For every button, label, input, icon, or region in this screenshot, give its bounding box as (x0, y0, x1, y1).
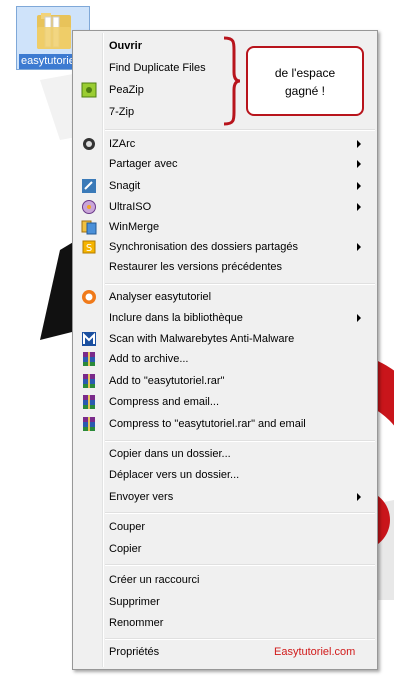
menu-item-envoyer-vers[interactable]: Envoyer vers (75, 487, 375, 507)
menu-separator (105, 440, 375, 442)
izarc-icon (83, 138, 95, 150)
avast-icon (82, 290, 96, 304)
snagit-icon (82, 179, 96, 193)
menu-item-renommer[interactable]: Renommer (75, 613, 375, 633)
menu-separator (105, 638, 375, 640)
context-menu: Ouvrir Find Duplicate Files PeaZip 7-Zip… (72, 30, 378, 670)
menu-item-copier[interactable]: Copier (75, 539, 375, 559)
submenu-arrow-icon (357, 182, 361, 190)
menu-item-deplacer-dossier[interactable]: Déplacer vers un dossier... (75, 465, 375, 485)
submenu-arrow-icon (357, 493, 361, 501)
menu-item-compress-rar-email[interactable]: Compress to "easytutoriel.rar" and email (75, 414, 375, 434)
menu-item-ultraiso[interactable]: UltraISO (75, 197, 375, 217)
menu-item-creer-raccourci[interactable]: Créer un raccourci (75, 570, 375, 590)
menu-item-malwarebytes[interactable]: Scan with Malwarebytes Anti-Malware (75, 329, 375, 349)
sync-icon: S (82, 240, 96, 254)
menu-separator (105, 129, 375, 131)
submenu-arrow-icon (357, 203, 361, 211)
menu-item-compress-email[interactable]: Compress and email... (75, 392, 375, 412)
watermark-text: Easytutoriel.com (274, 646, 356, 658)
menu-item-restaurer[interactable]: Restaurer les versions précédentes (75, 257, 375, 277)
menu-separator (105, 283, 375, 285)
menu-item-add-to-archive[interactable]: Add to archive... (75, 349, 375, 369)
submenu-arrow-icon (357, 140, 361, 148)
submenu-arrow-icon (357, 160, 361, 168)
menu-item-winmerge[interactable]: WinMerge (75, 217, 375, 237)
menu-item-partager-avec[interactable]: Partager avec (75, 154, 375, 174)
submenu-arrow-icon (357, 314, 361, 322)
menu-item-synchronisation[interactable]: S Synchronisation des dossiers partagés (75, 237, 375, 257)
menu-item-supprimer[interactable]: Supprimer (75, 592, 375, 612)
callout-line-2: gagné ! (284, 84, 326, 98)
peazip-icon (81, 82, 97, 98)
brace-annotation (223, 36, 241, 126)
menu-item-copier-dossier[interactable]: Copier dans un dossier... (75, 444, 375, 464)
winmerge-icon (81, 220, 97, 235)
winrar-icon (83, 374, 95, 388)
folder-icon (37, 13, 71, 49)
menu-item-add-to-rar[interactable]: Add to "easytutoriel.rar" (75, 371, 375, 391)
winrar-icon (83, 417, 95, 431)
menu-item-couper[interactable]: Couper (75, 517, 375, 537)
callout-line-1: de l'espace (274, 66, 336, 80)
malwarebytes-icon (82, 332, 96, 346)
submenu-arrow-icon (357, 243, 361, 251)
svg-text:S: S (86, 243, 92, 254)
menu-separator (105, 564, 375, 566)
callout-box: de l'espace gagné ! (246, 46, 364, 116)
menu-item-inclure-bibliotheque[interactable]: Inclure dans la bibliothèque (75, 308, 375, 328)
menu-separator (105, 512, 375, 514)
menu-item-snagit[interactable]: Snagit (75, 176, 375, 196)
ultraiso-icon (82, 200, 96, 214)
winrar-icon (83, 352, 95, 366)
winrar-icon (83, 395, 95, 409)
menu-item-izarc[interactable]: IZArc (75, 134, 375, 154)
menu-item-analyser[interactable]: Analyser easytutoriel (75, 287, 375, 307)
